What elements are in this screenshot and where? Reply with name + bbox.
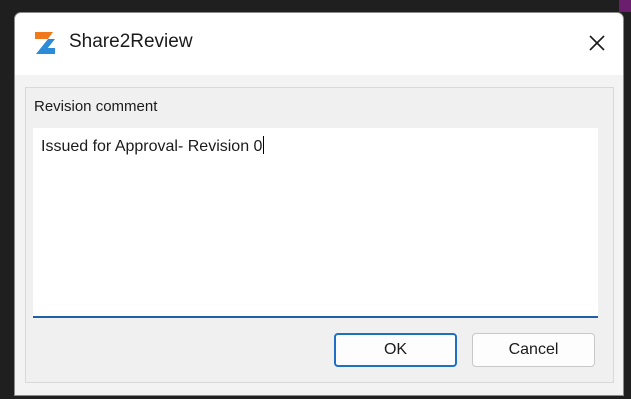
share2review-dialog: Share2Review Revision comment Issued for…: [14, 12, 624, 396]
ok-button[interactable]: OK: [334, 333, 457, 367]
dialog-content: Revision comment Issued for Approval- Re…: [25, 87, 614, 383]
backdrop-accent: [619, 0, 631, 12]
revision-comment-textarea[interactable]: Issued for Approval- Revision 0: [33, 128, 598, 318]
revision-comment-text: Issued for Approval- Revision 0: [41, 138, 263, 155]
text-caret: [263, 136, 265, 154]
close-button[interactable]: [577, 23, 617, 63]
revision-comment-value: Issued for Approval- Revision 0: [41, 136, 265, 156]
cancel-button[interactable]: Cancel: [472, 333, 595, 367]
close-icon: [589, 35, 605, 51]
share2review-logo-icon: [35, 32, 55, 54]
window-title: Share2Review: [69, 31, 193, 52]
title-bar: Share2Review: [15, 13, 623, 75]
revision-comment-label: Revision comment: [34, 98, 158, 115]
